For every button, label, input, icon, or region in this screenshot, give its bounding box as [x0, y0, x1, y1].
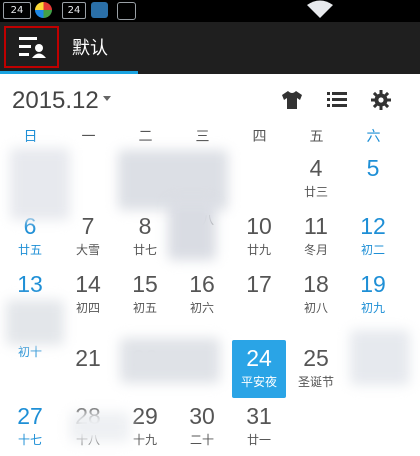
day-subtext: 圣诞节 — [297, 375, 334, 389]
weekday-label: 二 — [138, 129, 153, 145]
day-subtext: 初十 — [17, 345, 42, 359]
calendar-day[interactable]: 31 廿一 — [232, 398, 286, 456]
status-bar: 24 24 — [0, 0, 420, 22]
calendar-day[interactable]: 4 廿三 — [289, 150, 343, 208]
settings-gear-icon[interactable] — [371, 90, 391, 110]
calendar-day[interactable]: 14 初四 — [61, 266, 115, 324]
calendar-day[interactable]: 5 — [346, 150, 400, 208]
day-number: 5 — [366, 155, 380, 181]
weekday-label: 一 — [81, 129, 96, 145]
day-subtext: 大雪 — [75, 243, 100, 257]
day-number: 31 — [246, 403, 272, 429]
calendar-day-today[interactable]: 24 平安夜 — [232, 340, 286, 398]
day-subtext: 二十 — [189, 433, 214, 447]
account-menu-button[interactable] — [4, 26, 59, 68]
blurred-region — [120, 338, 220, 383]
calendar-day[interactable]: 15 初五 — [118, 266, 172, 324]
calendar-day[interactable]: 10 廿九 — [232, 208, 286, 266]
day-subtext: 初九 — [360, 301, 385, 315]
calendar-day[interactable]: 25 圣诞节 — [289, 340, 343, 398]
app-launcher-icon — [35, 2, 52, 18]
bell-icon — [117, 2, 136, 20]
list-view-icon[interactable] — [327, 90, 347, 110]
calendar-day[interactable] — [346, 398, 400, 456]
day-number: 12 — [360, 213, 386, 239]
day-subtext: 十七 — [17, 433, 42, 447]
day-subtext: 廿九 — [246, 243, 271, 257]
calendar-day[interactable]: 18 初八 — [289, 266, 343, 324]
blurred-region — [6, 300, 64, 345]
day-subtext: 初二 — [360, 243, 385, 257]
weekday-header: 日 一 二 三 四 五 六 — [0, 126, 420, 150]
month-selector[interactable]: 2015.12 — [12, 87, 111, 115]
calendar-day[interactable]: 27 十七 — [3, 398, 57, 456]
day-number: 4 — [309, 155, 323, 181]
weekday-label: 三 — [195, 129, 210, 145]
calendar-day[interactable]: 16 初六 — [175, 266, 229, 324]
day-number: 14 — [75, 271, 101, 297]
day-number: 18 — [303, 271, 329, 297]
day-number: 16 — [189, 271, 215, 297]
month-label: 2015.12 — [12, 87, 99, 114]
day-number: 10 — [246, 213, 272, 239]
day-number: 30 — [189, 403, 215, 429]
day-subtext: 廿三 — [303, 185, 328, 199]
calendar-day[interactable]: 初十 — [3, 340, 57, 398]
day-number: 8 — [138, 213, 152, 239]
calendar-account-title[interactable]: 默认 — [72, 34, 108, 60]
weekday-label: 六 — [366, 129, 381, 145]
day-number: 19 — [360, 271, 386, 297]
calendar-day[interactable] — [232, 150, 286, 208]
day-number: 17 — [246, 271, 272, 297]
account-list-icon — [18, 37, 46, 58]
month-toolbar: 2015.12 — [0, 74, 420, 126]
day-subtext: 初四 — [75, 301, 100, 315]
calendar-notification-icon: 24 — [62, 2, 86, 19]
calendar-day[interactable]: 21 — [61, 340, 115, 398]
blurred-region — [350, 330, 410, 385]
blurred-region — [70, 412, 130, 442]
day-subtext: 廿七 — [132, 243, 157, 257]
day-number: 27 — [17, 403, 43, 429]
day-subtext: 廿五 — [17, 243, 42, 257]
calendar-day[interactable]: 30 二十 — [175, 398, 229, 456]
trophy-icon — [91, 2, 108, 18]
calendar-day[interactable]: 19 初九 — [346, 266, 400, 324]
day-number: 15 — [132, 271, 158, 297]
notification-24-icon: 24 — [3, 2, 31, 19]
app-bar: 默认 — [0, 22, 420, 74]
day-subtext: 初五 — [132, 301, 157, 315]
day-subtext: 廿一 — [246, 433, 271, 447]
day-number: 25 — [303, 345, 329, 371]
weekday-label: 四 — [252, 129, 267, 145]
calendar-day[interactable]: 17 — [232, 266, 286, 324]
calendar-day[interactable] — [289, 398, 343, 456]
day-number: 13 — [17, 271, 43, 297]
blurred-region — [168, 200, 216, 260]
day-number: 11 — [304, 213, 328, 239]
blurred-region — [10, 148, 70, 220]
day-subtext: 初八 — [303, 301, 328, 315]
wifi-icon — [307, 0, 333, 18]
calendar-day[interactable]: 8 廿七 — [118, 208, 172, 266]
weekday-label: 五 — [309, 129, 324, 145]
day-subtext: 初六 — [189, 301, 214, 315]
chevron-down-icon — [102, 96, 111, 102]
shirt-icon[interactable] — [281, 90, 303, 110]
day-subtext: 平安夜 — [240, 375, 277, 389]
day-number: 24 — [246, 345, 272, 371]
day-number: 21 — [75, 345, 101, 371]
calendar-day[interactable]: 12 初二 — [346, 208, 400, 266]
weekday-label: 日 — [23, 129, 38, 145]
day-subtext: 冬月 — [303, 243, 328, 257]
calendar-day[interactable]: 11 冬月 — [289, 208, 343, 266]
